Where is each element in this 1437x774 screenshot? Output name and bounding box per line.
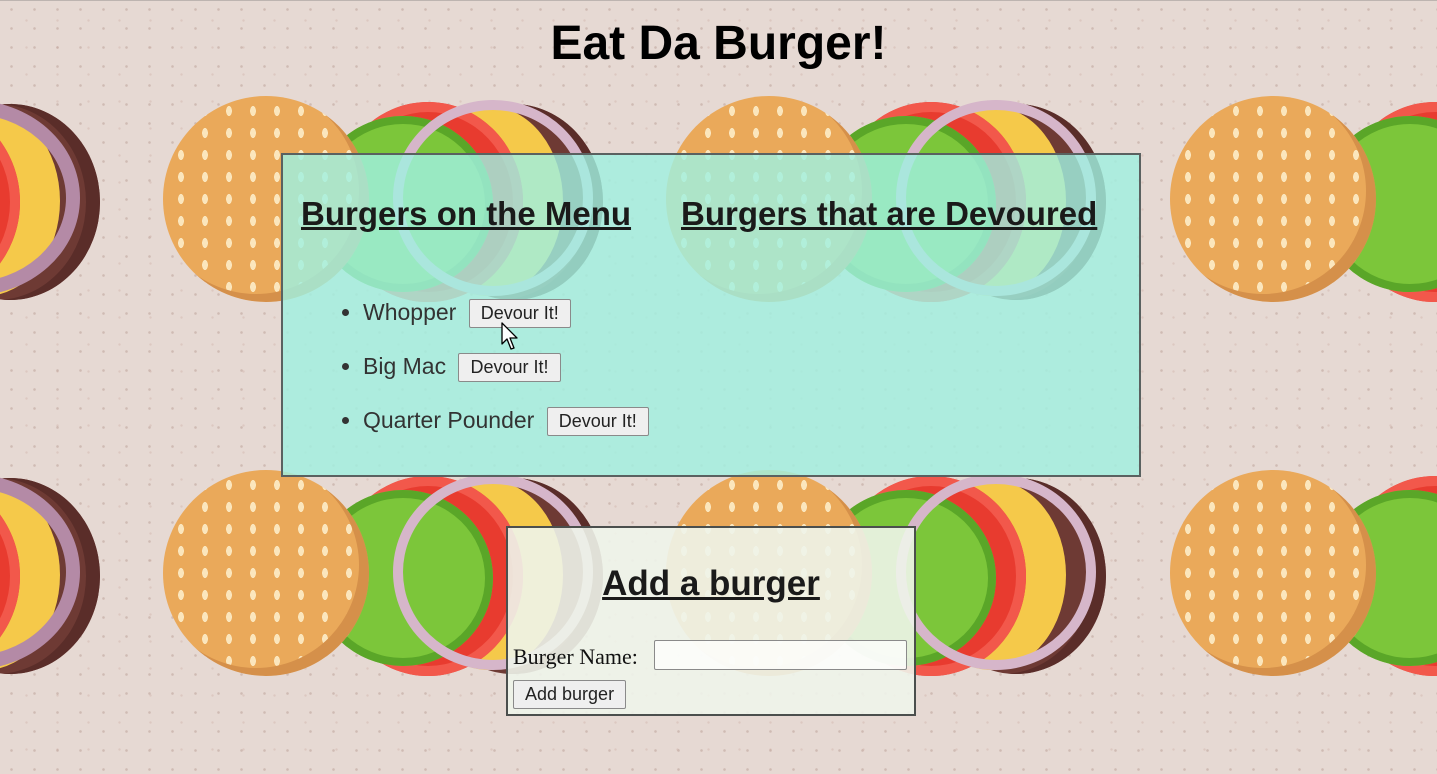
- burger-menu-list: Whopper Devour It! Big Mac Devour It! Qu…: [333, 295, 649, 457]
- burger-illustration: [0, 96, 120, 316]
- devoured-heading: Burgers that are Devoured: [681, 195, 1098, 232]
- list-item: Big Mac Devour It!: [363, 349, 649, 403]
- devour-button[interactable]: Devour It!: [546, 407, 649, 437]
- menu-heading: Burgers on the Menu: [301, 195, 632, 232]
- burger-illustration: [0, 470, 120, 690]
- burger-name: Big Mac: [363, 353, 447, 379]
- burger-name-label: Burger Name:: [513, 644, 638, 669]
- burger-name-input[interactable]: [654, 640, 907, 670]
- burger-name: Whopper: [363, 299, 457, 325]
- add-burger-button[interactable]: Add burger: [513, 680, 627, 709]
- mouse-pointer-icon: [501, 322, 518, 350]
- devour-button[interactable]: Devour It!: [458, 353, 561, 383]
- page-title: Eat Da Burger!: [550, 17, 887, 70]
- top-border: [0, 0, 1437, 1]
- add-burger-panel: Add a burger Burger Name: Add burger: [506, 526, 916, 716]
- burger-illustration: [1170, 96, 1437, 316]
- menu-panel: Burgers on the Menu Burgers that are Dev…: [281, 153, 1141, 477]
- burger-illustration: [1170, 470, 1437, 690]
- burger-name: Quarter Pounder: [363, 407, 535, 433]
- list-item: Quarter Pounder Devour It!: [363, 403, 649, 457]
- add-burger-heading: Add a burger: [602, 564, 820, 603]
